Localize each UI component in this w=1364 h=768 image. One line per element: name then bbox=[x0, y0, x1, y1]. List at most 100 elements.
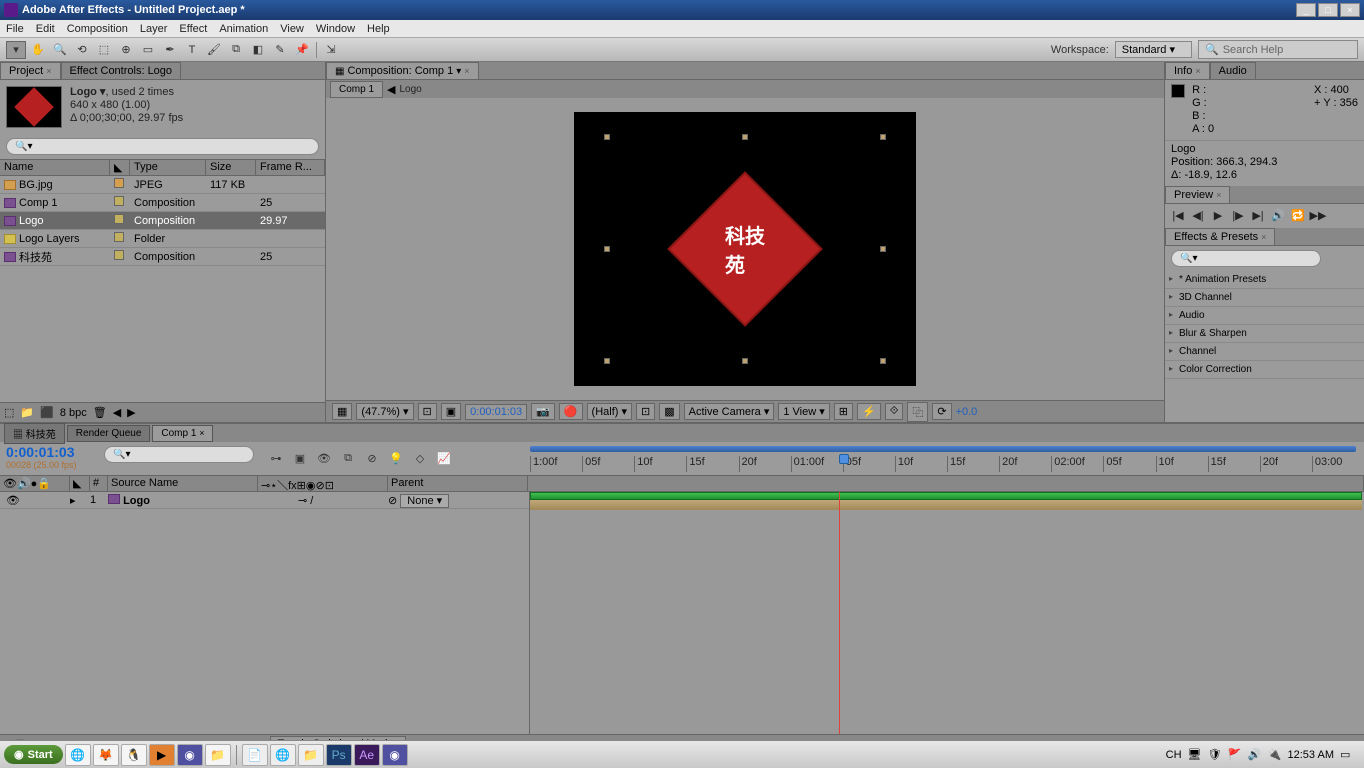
bpc-button[interactable]: 8 bpc bbox=[60, 407, 87, 419]
loop-button[interactable]: 🔁 bbox=[1291, 208, 1305, 222]
prev-frame-button[interactable]: ◀| bbox=[1191, 208, 1205, 222]
play-button[interactable]: ▶ bbox=[1211, 208, 1225, 222]
tray-lang[interactable]: CH bbox=[1166, 749, 1182, 761]
project-row[interactable]: Comp 1Composition25 bbox=[0, 194, 325, 212]
clone-tool[interactable]: ⧉ bbox=[226, 41, 246, 59]
motion-blur-icon[interactable]: ⊘ bbox=[362, 450, 382, 468]
timeline-tab[interactable]: ▦ 科技苑 bbox=[4, 423, 65, 444]
playhead-line[interactable] bbox=[839, 492, 840, 734]
breadcrumb-logo[interactable]: Logo bbox=[399, 84, 421, 95]
logo-layer[interactable]: 科技苑 bbox=[667, 171, 823, 327]
tray-show-desktop-icon[interactable]: ▭ bbox=[1340, 748, 1354, 762]
taskbar-explorer2-icon[interactable]: 📁 bbox=[298, 744, 324, 766]
next-icon[interactable]: ▶ bbox=[127, 406, 135, 419]
effect-controls-tab[interactable]: Effect Controls: Logo bbox=[61, 62, 182, 79]
taskbar-firefox-icon[interactable]: 🦊 bbox=[93, 744, 119, 766]
effects-category[interactable]: Audio bbox=[1165, 307, 1364, 325]
views-select[interactable]: 1 View ▾ bbox=[778, 403, 829, 420]
close-button[interactable]: × bbox=[1340, 3, 1360, 17]
tray-clock[interactable]: 12:53 AM bbox=[1288, 749, 1334, 761]
taskbar-photoshop-icon[interactable]: Ps bbox=[326, 744, 352, 766]
tray-volume-icon[interactable]: 🔊 bbox=[1248, 748, 1262, 762]
pen-tool[interactable]: ✒ bbox=[160, 41, 180, 59]
project-search-input[interactable] bbox=[6, 138, 319, 155]
roi-icon[interactable]: ⊡ bbox=[636, 403, 655, 420]
menu-help[interactable]: Help bbox=[367, 23, 390, 35]
project-row[interactable]: BG.jpgJPEG117 KB bbox=[0, 176, 325, 194]
composition-viewer[interactable]: 科技苑 bbox=[326, 98, 1164, 400]
effects-category[interactable]: * Animation Presets bbox=[1165, 271, 1364, 289]
transparency-icon[interactable]: ▩ bbox=[659, 403, 679, 420]
zoom-tool[interactable]: 🔍 bbox=[50, 41, 70, 59]
selection-tool[interactable]: ▾ bbox=[6, 41, 26, 59]
menu-window[interactable]: Window bbox=[316, 23, 355, 35]
maximize-button[interactable]: □ bbox=[1318, 3, 1338, 17]
local-axis-icon[interactable]: ⇲ bbox=[321, 41, 341, 59]
hide-shy-icon[interactable]: 👁 bbox=[314, 450, 334, 468]
fast-preview-icon[interactable]: ⚡ bbox=[857, 403, 881, 420]
menu-effect[interactable]: Effect bbox=[179, 23, 207, 35]
brainstorm-icon[interactable]: 💡 bbox=[386, 450, 406, 468]
interpret-icon[interactable]: ⬚ bbox=[4, 406, 14, 419]
text-tool[interactable]: T bbox=[182, 41, 202, 59]
camera-tool[interactable]: ⬚ bbox=[94, 41, 114, 59]
menu-file[interactable]: File bbox=[6, 23, 24, 35]
effects-category[interactable]: Color Correction bbox=[1165, 361, 1364, 379]
graph-editor-icon[interactable]: 📈 bbox=[434, 450, 454, 468]
project-row[interactable]: LogoComposition29.97 bbox=[0, 212, 325, 230]
search-help-input[interactable]: 🔍 Search Help bbox=[1198, 40, 1358, 59]
taskbar-chrome2-icon[interactable]: 🌐 bbox=[270, 744, 296, 766]
taskbar-aftereffects-icon[interactable]: Ae bbox=[354, 744, 380, 766]
camera-select[interactable]: Active Camera ▾ bbox=[684, 403, 775, 420]
channel-icon[interactable]: 🔴 bbox=[559, 403, 583, 420]
comp-mini-flowchart-icon[interactable]: ⊶ bbox=[266, 450, 286, 468]
taskbar-app1-icon[interactable]: 📄 bbox=[242, 744, 268, 766]
effects-category[interactable]: 3D Channel bbox=[1165, 289, 1364, 307]
menu-layer[interactable]: Layer bbox=[140, 23, 168, 35]
parent-select[interactable]: None ▾ bbox=[400, 494, 449, 508]
taskbar-recorder2-icon[interactable]: ◉ bbox=[382, 744, 408, 766]
brush-tool[interactable]: 🖌 bbox=[204, 41, 224, 59]
effects-search-input[interactable] bbox=[1171, 250, 1321, 267]
timeline-icon[interactable]: ⟐ bbox=[885, 403, 904, 420]
timeline-tab[interactable]: Render Queue bbox=[67, 425, 151, 442]
effects-category[interactable]: Channel bbox=[1165, 343, 1364, 361]
audio-tab[interactable]: Audio bbox=[1210, 62, 1256, 79]
timeline-track-area[interactable] bbox=[530, 492, 1364, 734]
project-tab[interactable]: Project× bbox=[0, 62, 61, 79]
timeline-current-time[interactable]: 0:00:01:03 bbox=[6, 444, 94, 460]
next-frame-button[interactable]: |▶ bbox=[1231, 208, 1245, 222]
rotate-tool[interactable]: ⟲ bbox=[72, 41, 92, 59]
exposure-value[interactable]: +0.0 bbox=[956, 406, 978, 418]
menu-animation[interactable]: Animation bbox=[219, 23, 268, 35]
menu-view[interactable]: View bbox=[280, 23, 304, 35]
mask-toggle-icon[interactable]: ▣ bbox=[441, 403, 461, 420]
composition-tab[interactable]: ▦ Composition: Comp 1 ▾ × bbox=[326, 62, 479, 79]
info-tab[interactable]: Info× bbox=[1165, 62, 1210, 79]
ram-preview-button[interactable]: ▶▶ bbox=[1311, 208, 1325, 222]
tray-display-icon[interactable]: 🖥 bbox=[1188, 748, 1202, 762]
timeline-tab[interactable]: Comp 1 × bbox=[152, 425, 213, 442]
safe-zones-icon[interactable]: ⊡ bbox=[418, 403, 437, 420]
playhead-marker[interactable] bbox=[839, 454, 849, 464]
tray-shield-icon[interactable]: 🛡 bbox=[1208, 748, 1222, 762]
menu-edit[interactable]: Edit bbox=[36, 23, 55, 35]
effects-category[interactable]: Blur & Sharpen bbox=[1165, 325, 1364, 343]
timeline-layer-row[interactable]: 👁 ▸ 1 Logo ⊸ / ⊘ None ▾ bbox=[0, 492, 529, 509]
menu-composition[interactable]: Composition bbox=[67, 23, 128, 35]
frame-blend-icon[interactable]: ⧉ bbox=[338, 450, 358, 468]
first-frame-button[interactable]: |◀ bbox=[1171, 208, 1185, 222]
breadcrumb-comp1[interactable]: Comp 1 bbox=[330, 81, 383, 98]
mask-tool[interactable]: ▭ bbox=[138, 41, 158, 59]
draft-3d-icon[interactable]: ▣ bbox=[290, 450, 310, 468]
taskbar-recorder-icon[interactable]: ◉ bbox=[177, 744, 203, 766]
zoom-select[interactable]: (47.7%) ▾ bbox=[356, 403, 413, 420]
comp-icon[interactable]: ⬛ bbox=[40, 406, 54, 419]
timeline-search-input[interactable] bbox=[104, 446, 254, 463]
flowchart-icon[interactable]: ⿻ bbox=[907, 402, 928, 422]
project-row[interactable]: 科技苑Composition25 bbox=[0, 248, 325, 266]
minimize-button[interactable]: _ bbox=[1296, 3, 1316, 17]
eraser-tool[interactable]: ◧ bbox=[248, 41, 268, 59]
pixel-aspect-icon[interactable]: ⊞ bbox=[834, 403, 853, 420]
resolution-select[interactable]: (Half) ▾ bbox=[587, 403, 632, 420]
